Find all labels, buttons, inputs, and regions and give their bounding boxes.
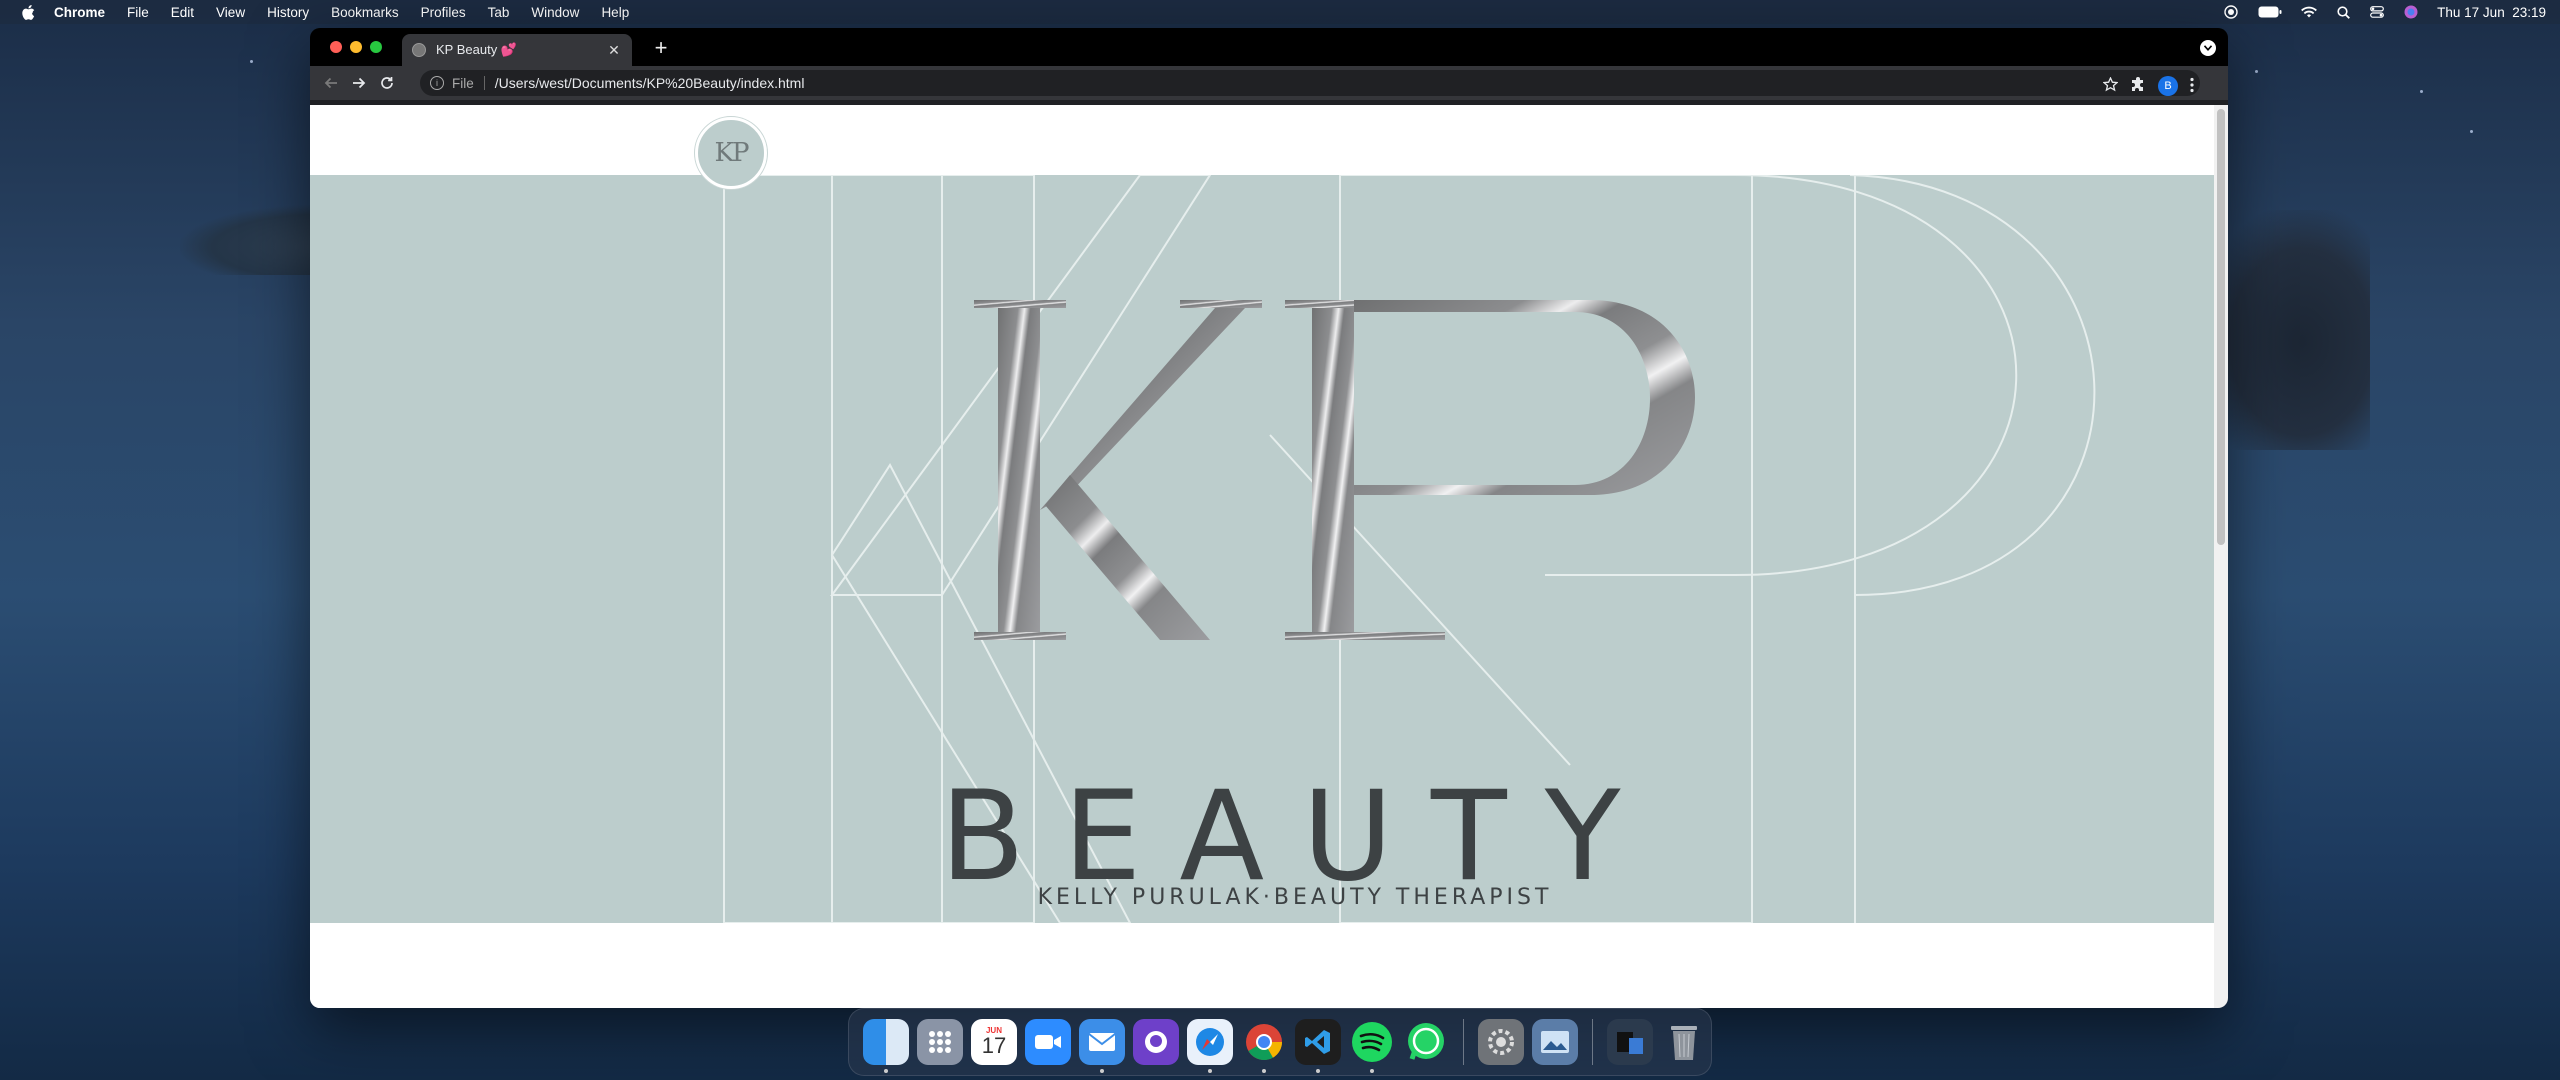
downloads-stack-icon[interactable]: [1607, 1019, 1653, 1065]
spotify-icon[interactable]: [1349, 1019, 1395, 1073]
reload-icon[interactable]: [376, 72, 398, 94]
system-preferences-gear-icon[interactable]: [1478, 1019, 1524, 1065]
menu-history[interactable]: History: [267, 5, 309, 20]
profile-avatar[interactable]: B: [2158, 76, 2178, 96]
menu-edit[interactable]: Edit: [171, 5, 194, 20]
hero-banner: BEAUTY KELLY PURULAK·BEAUTY THERAPIST: [310, 175, 2214, 923]
dock-separator: [1463, 1019, 1464, 1065]
minimize-window-button[interactable]: [350, 41, 362, 53]
tab-kp-beauty[interactable]: KP Beauty 💕 ✕: [402, 34, 632, 66]
macos-menu-bar: Chrome File Edit View History Bookmarks …: [0, 0, 2560, 24]
github-desktop-icon[interactable]: [1133, 1019, 1179, 1065]
address-scheme-label: File: [452, 75, 474, 91]
menu-tab[interactable]: Tab: [488, 5, 510, 20]
menu-window[interactable]: Window: [531, 5, 579, 20]
desktop-star: [2420, 90, 2423, 93]
chrome-icon[interactable]: [1241, 1019, 1287, 1073]
safari-icon[interactable]: [1187, 1019, 1233, 1073]
finder-icon[interactable]: [863, 1019, 909, 1073]
siri-icon[interactable]: [2403, 5, 2419, 19]
macos-dock: JUN 17: [848, 1008, 1712, 1076]
mail-icon[interactable]: [1079, 1019, 1125, 1073]
desktop-star: [2255, 70, 2258, 73]
spotlight-search-icon[interactable]: [2335, 5, 2351, 19]
site-logo-text: KP: [714, 138, 750, 168]
scrollbar-thumb[interactable]: [2217, 109, 2225, 545]
close-window-button[interactable]: [330, 41, 342, 53]
site-header: [310, 105, 2214, 175]
menu-help[interactable]: Help: [601, 5, 629, 20]
screen-record-icon[interactable]: [2223, 5, 2239, 19]
more-menu-kebab-icon[interactable]: [2190, 77, 2194, 96]
trash-icon[interactable]: [1661, 1019, 1707, 1065]
menu-view[interactable]: View: [216, 5, 245, 20]
browser-toolbar: i File /Users/west/Documents/KP%20Beauty…: [310, 66, 2228, 100]
preview-icon[interactable]: [1532, 1019, 1578, 1065]
tab-close-icon[interactable]: ✕: [606, 42, 622, 58]
calendar-day: 17: [981, 1033, 1007, 1058]
desktop-star: [2470, 130, 2473, 133]
control-center-icon[interactable]: [2369, 5, 2385, 19]
zoom-app-icon[interactable]: [1025, 1019, 1071, 1065]
vscode-icon[interactable]: [1295, 1019, 1341, 1073]
forward-arrow-icon[interactable]: [348, 72, 370, 94]
extensions-puzzle-icon[interactable]: [2130, 76, 2146, 96]
address-bar[interactable]: i File /Users/west/Documents/KP%20Beauty…: [420, 70, 2200, 96]
tab-favicon-icon: [412, 43, 426, 57]
bookmark-star-icon[interactable]: [2102, 76, 2119, 95]
tab-search-chevron-icon[interactable]: [2200, 40, 2216, 56]
tab-strip: KP Beauty 💕 ✕ +: [310, 28, 2228, 66]
menu-app-name[interactable]: Chrome: [54, 5, 105, 20]
zoom-window-button[interactable]: [370, 41, 382, 53]
chrome-window: KP Beauty 💕 ✕ + i File /Users/west/Docum…: [310, 28, 2228, 1008]
launchpad-icon[interactable]: [917, 1019, 963, 1065]
menu-file[interactable]: File: [127, 5, 149, 20]
menubar-clock[interactable]: Thu 17 Jun 23:19: [2437, 5, 2546, 20]
battery-icon[interactable]: [2257, 5, 2283, 19]
address-url[interactable]: /Users/west/Documents/KP%20Beauty/index.…: [495, 75, 805, 91]
page-viewport: KP BEAUTY KELLY PURULAK·BEAUTY THERAPIST: [310, 105, 2214, 1008]
page-scrollbar[interactable]: [2214, 105, 2228, 1008]
tab-title: KP Beauty 💕: [436, 42, 517, 57]
site-info-icon[interactable]: i: [430, 76, 444, 90]
desktop-star: [250, 60, 253, 63]
new-tab-plus-icon[interactable]: +: [650, 35, 672, 60]
content-section: [310, 923, 2214, 1008]
dock-separator: [1592, 1019, 1593, 1065]
hero-monogram: [974, 300, 1695, 640]
address-separator: [483, 76, 485, 90]
apple-menu-icon[interactable]: [20, 4, 36, 20]
back-arrow-icon[interactable]: [320, 72, 342, 94]
menu-bookmarks[interactable]: Bookmarks: [331, 5, 399, 20]
wifi-icon[interactable]: [2301, 5, 2318, 19]
calendar-icon[interactable]: JUN 17: [971, 1019, 1017, 1065]
menu-profiles[interactable]: Profiles: [421, 5, 466, 20]
toolbar-right-actions: B: [2102, 76, 2194, 96]
hero-tagline: KELLY PURULAK·BEAUTY THERAPIST: [1037, 885, 1553, 910]
whatsapp-icon[interactable]: [1403, 1019, 1449, 1065]
site-logo-badge[interactable]: KP: [695, 117, 767, 189]
